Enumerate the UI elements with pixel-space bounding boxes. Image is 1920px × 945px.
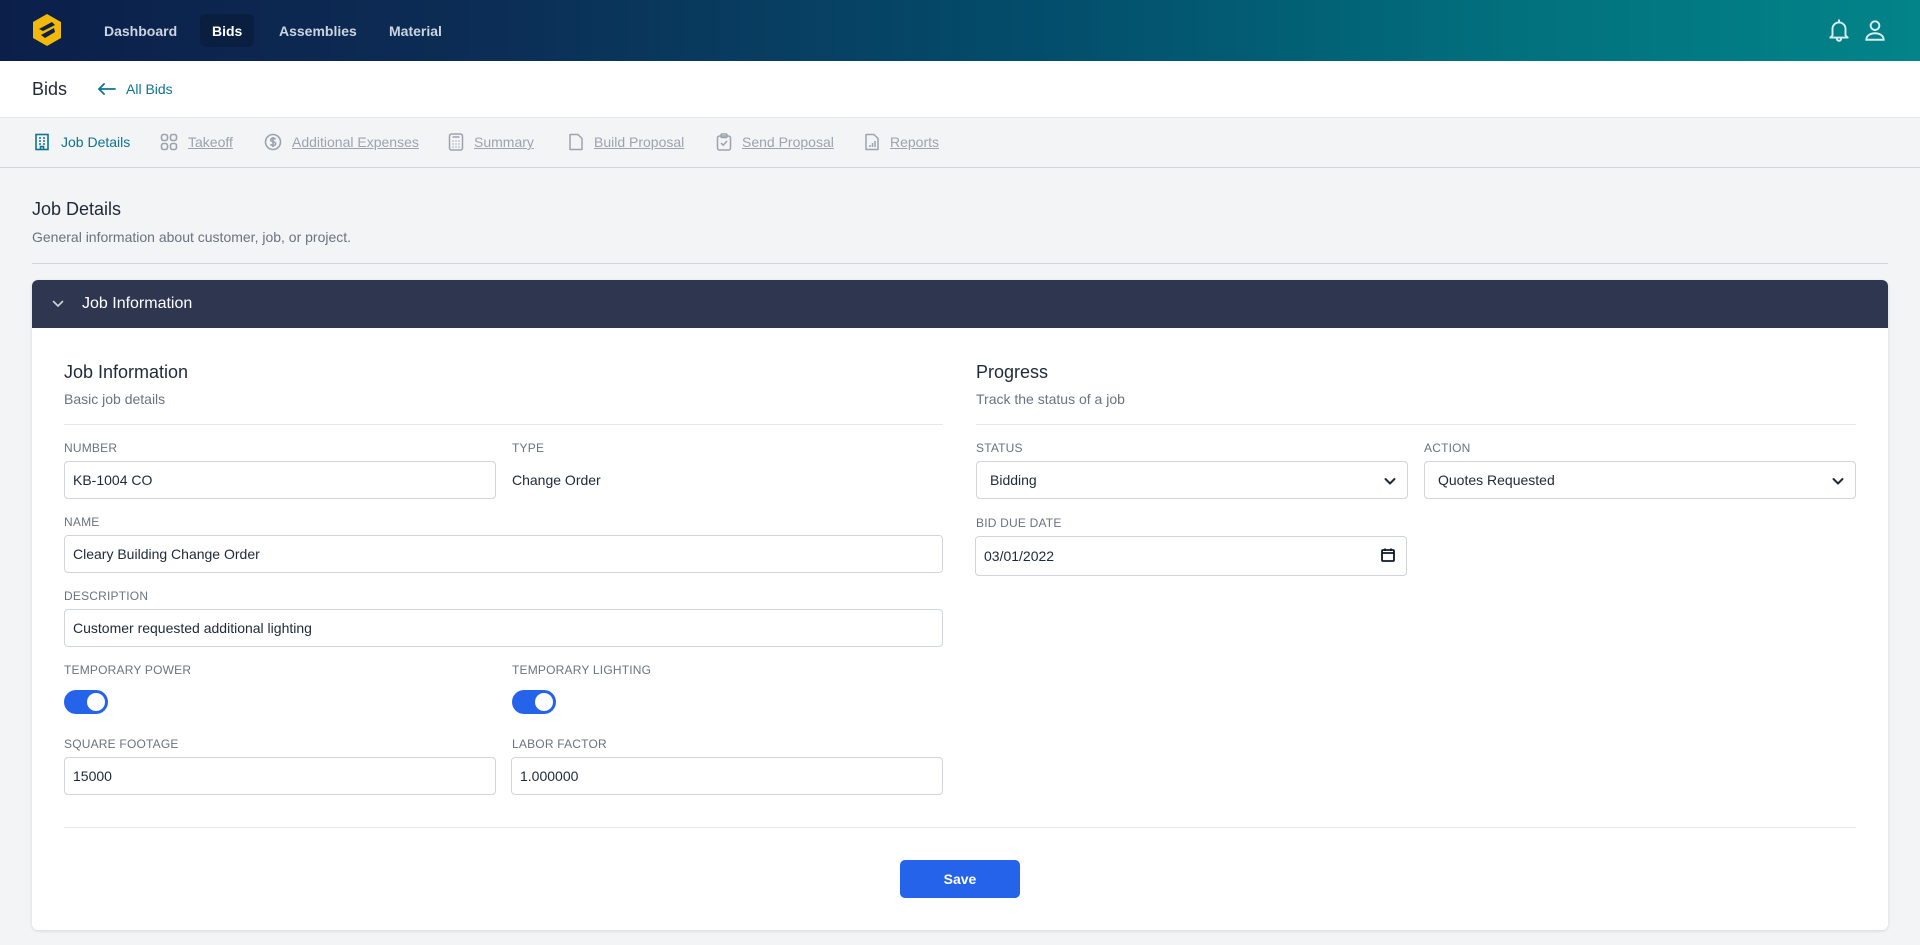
calculator-icon bbox=[448, 133, 464, 151]
tab-label: Job Details bbox=[61, 134, 131, 150]
save-button[interactable]: Save bbox=[900, 860, 1020, 898]
temporary-lighting-label: TEMPORARY LIGHTING bbox=[512, 663, 652, 677]
divider bbox=[976, 424, 1856, 425]
chevron-down-icon bbox=[1832, 478, 1844, 485]
job-information-card: Job Information Job Information Basic jo… bbox=[32, 280, 1888, 930]
all-bids-label: All Bids bbox=[126, 81, 173, 97]
report-chart-icon bbox=[865, 133, 879, 151]
logo-icon[interactable] bbox=[30, 13, 64, 47]
action-value: Quotes Requested bbox=[1438, 472, 1555, 488]
chevron-down-icon bbox=[52, 300, 64, 308]
type-value: Change Order bbox=[512, 472, 601, 488]
tab-send-proposal[interactable]: Send Proposal bbox=[716, 133, 834, 151]
job-info-title: Job Information bbox=[64, 362, 189, 382]
dollar-circle-icon bbox=[264, 133, 282, 151]
building-icon bbox=[35, 133, 49, 151]
square-footage-label: SQUARE FOOTAGE bbox=[64, 737, 179, 751]
tab-label: Takeoff bbox=[188, 134, 233, 150]
bid-due-date-value: 03/01/2022 bbox=[984, 548, 1055, 564]
labor-factor-label: LABOR FACTOR bbox=[512, 737, 607, 751]
accordion-title: Job Information bbox=[82, 295, 193, 312]
action-label: ACTION bbox=[1424, 441, 1471, 455]
temporary-power-toggle[interactable] bbox=[64, 690, 108, 714]
square-footage-input[interactable]: 15000 bbox=[64, 757, 496, 795]
progress-title: Progress bbox=[976, 362, 1049, 382]
tab-label: Reports bbox=[890, 134, 940, 150]
status-value: Bidding bbox=[990, 472, 1037, 488]
nav-dashboard[interactable]: Dashboard bbox=[92, 14, 189, 47]
tab-label: Summary bbox=[474, 134, 534, 150]
job-information-accordion-header[interactable]: Job Information bbox=[32, 280, 1888, 328]
bid-due-date-input[interactable]: 03/01/2022 bbox=[975, 536, 1407, 576]
type-label: TYPE bbox=[512, 441, 545, 455]
number-input[interactable]: KB-1004 CO bbox=[64, 461, 496, 499]
temporary-lighting-toggle[interactable] bbox=[512, 690, 556, 714]
tab-label: Build Proposal bbox=[594, 134, 685, 150]
bid-tabs: Job Details Takeoff Additional Expenses … bbox=[0, 118, 1920, 168]
toggle-knob bbox=[535, 693, 553, 711]
document-icon bbox=[569, 133, 583, 151]
calendar-icon[interactable] bbox=[1380, 547, 1396, 563]
nav-material[interactable]: Material bbox=[377, 14, 454, 47]
tab-label: Send Proposal bbox=[742, 134, 834, 150]
bell-icon[interactable] bbox=[1826, 17, 1852, 43]
tab-additional-expenses[interactable]: Additional Expenses bbox=[264, 133, 419, 151]
description-input[interactable]: Customer requested additional lighting bbox=[64, 609, 943, 647]
action-select[interactable]: Quotes Requested bbox=[1424, 461, 1856, 499]
arrow-left-icon bbox=[98, 83, 116, 95]
progress-description: Track the status of a job bbox=[976, 391, 1125, 407]
description-label: DESCRIPTION bbox=[64, 589, 149, 603]
tab-takeoff[interactable]: Takeoff bbox=[160, 133, 233, 151]
all-bids-link[interactable]: All Bids bbox=[98, 81, 173, 97]
page-title: Job Details bbox=[32, 199, 122, 219]
top-nav: Dashboard Bids Assemblies Material bbox=[0, 0, 1920, 61]
divider bbox=[32, 263, 1888, 264]
tab-label: Additional Expenses bbox=[292, 134, 419, 150]
clipboard-check-icon bbox=[716, 133, 732, 151]
tab-reports[interactable]: Reports bbox=[864, 133, 939, 151]
tab-job-details[interactable]: Job Details bbox=[33, 133, 130, 151]
tab-build-proposal[interactable]: Build Proposal bbox=[568, 133, 684, 151]
divider bbox=[64, 424, 943, 425]
divider bbox=[64, 827, 1856, 828]
bid-due-date-label: BID DUE DATE bbox=[976, 516, 1062, 530]
nav-bids[interactable]: Bids bbox=[200, 14, 255, 47]
grid-icon bbox=[160, 133, 178, 151]
user-icon[interactable] bbox=[1862, 17, 1888, 43]
job-info-description: Basic job details bbox=[64, 391, 166, 407]
tab-summary[interactable]: Summary bbox=[448, 133, 534, 151]
name-label: NAME bbox=[64, 515, 100, 529]
nav-assemblies[interactable]: Assemblies bbox=[267, 14, 369, 47]
status-select[interactable]: Bidding bbox=[976, 461, 1408, 499]
section-title: Bids bbox=[32, 79, 68, 99]
name-input[interactable]: Cleary Building Change Order bbox=[64, 535, 943, 573]
toggle-knob bbox=[87, 693, 105, 711]
sub-header: Bids All Bids bbox=[0, 61, 1920, 118]
status-label: STATUS bbox=[976, 441, 1023, 455]
number-label: NUMBER bbox=[64, 441, 118, 455]
page-description: General information about customer, job,… bbox=[32, 229, 352, 245]
labor-factor-input[interactable]: 1.000000 bbox=[511, 757, 943, 795]
temporary-power-label: TEMPORARY POWER bbox=[64, 663, 192, 677]
chevron-down-icon bbox=[1384, 478, 1396, 485]
